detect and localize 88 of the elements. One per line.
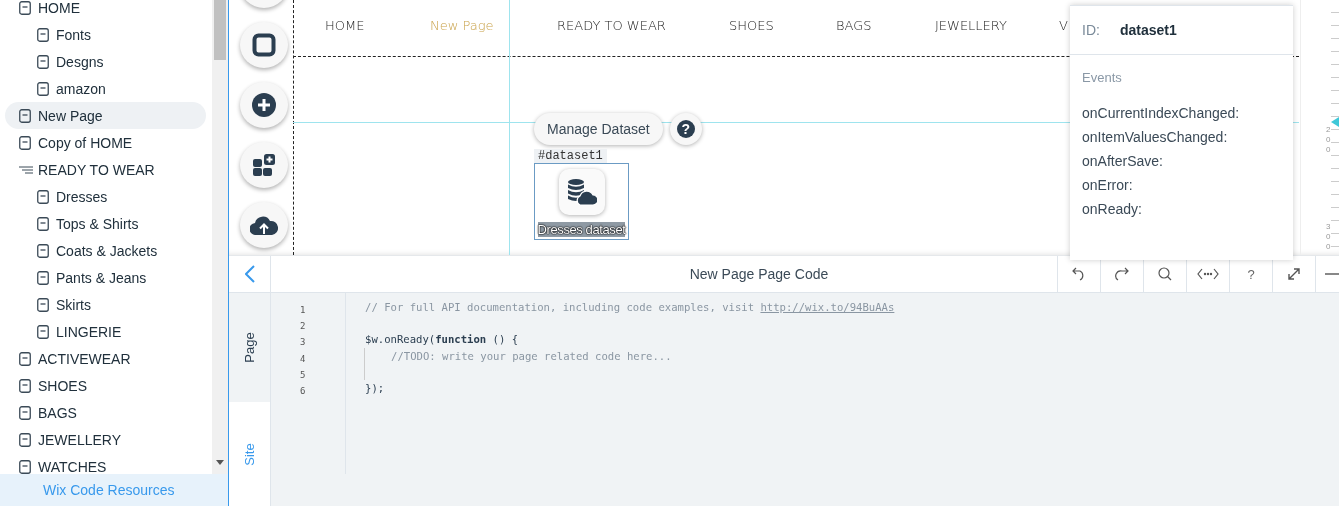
event-handler-label: onCurrentIndexChanged: — [1082, 104, 1241, 123]
code-comment: //TODO: write your page related code here... — [391, 349, 672, 362]
event-handler-label: onItemValuesChanged: — [1082, 128, 1229, 147]
chevron-left-icon — [244, 265, 255, 283]
redo-icon — [1115, 267, 1129, 281]
tool-button[interactable] — [240, 82, 288, 128]
minimize-button[interactable] — [1315, 256, 1339, 292]
page-icon — [37, 27, 49, 42]
page-item[interactable]: Tops & Shirts — [5, 210, 206, 237]
search-icon — [1158, 267, 1172, 281]
page-icon — [37, 54, 49, 69]
page-item[interactable]: READY TO WEAR — [5, 156, 206, 183]
page-item[interactable]: Coats & Jackets — [5, 237, 206, 264]
minimize-icon — [1325, 273, 1339, 275]
code-panel-title: New Page Page Code — [688, 265, 830, 284]
line-number: 2 — [300, 320, 306, 334]
id-label: ID: — [1082, 22, 1100, 38]
nav-menu-item[interactable]: HOME — [325, 17, 430, 33]
element-id-tag: #dataset1 — [534, 149, 607, 163]
page-item[interactable]: Skirts — [5, 291, 206, 318]
code-editor[interactable]: // For full API documentation, including code examples, visit http://wix.to/94BuAAs $w.onReady(function () { //TODO: write your page related code here... }); — [346, 293, 1339, 506]
page-icon — [37, 270, 49, 285]
page-icon — [19, 378, 31, 393]
manage-dataset-button[interactable]: Manage Dataset — [534, 113, 663, 145]
cloud-upload-icon — [250, 215, 278, 235]
event-handler-label: onReady: — [1082, 200, 1143, 219]
page-icon — [19, 459, 31, 474]
page-icon — [19, 0, 31, 15]
guide-marker-icon[interactable] — [1331, 117, 1339, 127]
scrollbar-track[interactable] — [212, 0, 228, 474]
page-icon — [37, 189, 49, 204]
page-item[interactable]: Pants & Jeans — [5, 264, 206, 291]
page-icon — [19, 405, 31, 420]
event-handler-label: onAfterSave: — [1082, 152, 1164, 171]
page-item[interactable]: Dresses — [5, 183, 206, 210]
code-icon — [1197, 268, 1219, 280]
page-item[interactable]: ACTIVEWEAR — [5, 345, 206, 372]
page-icon — [19, 135, 31, 150]
page-item[interactable]: SHOES — [5, 372, 206, 399]
page-icon — [19, 108, 31, 123]
code-line: $w.onReady(function () { — [365, 333, 519, 346]
submenu-icon — [19, 165, 33, 174]
page-icon — [37, 324, 49, 339]
page-item[interactable]: LINGERIE — [5, 318, 206, 345]
page-icon — [19, 432, 31, 447]
page-icon — [37, 81, 49, 96]
add-apps-icon — [252, 153, 276, 177]
page-item[interactable]: New Page — [5, 102, 206, 129]
nav-menu-item[interactable]: JEWELLERY — [935, 17, 1059, 33]
page-item[interactable]: BAGS — [5, 399, 206, 426]
page-icon — [19, 351, 31, 366]
page-icon — [37, 216, 49, 231]
undo-icon — [1072, 267, 1086, 281]
nav-menu-item[interactable]: READY TO WEAR — [557, 17, 729, 33]
page-item[interactable]: Desgns — [5, 48, 206, 75]
database-cloud-icon — [566, 178, 597, 206]
page-item[interactable]: WATCHES — [5, 453, 206, 474]
page-item[interactable]: HOME — [5, 0, 206, 21]
nav-menu-item[interactable]: BAGS — [836, 17, 935, 33]
square-icon — [252, 33, 276, 57]
tool-button[interactable] — [240, 202, 288, 248]
page-item[interactable]: amazon — [5, 75, 206, 102]
help-button[interactable]: ? — [669, 113, 702, 145]
scroll-down-icon[interactable] — [216, 460, 224, 465]
events-heading: Events — [1082, 70, 1123, 85]
ruler-number: 200 — [1326, 125, 1332, 155]
id-value: dataset1 — [1119, 22, 1177, 38]
ruler-number: 300 — [1326, 222, 1332, 252]
expand-icon — [1287, 267, 1301, 281]
code-line: }); — [365, 381, 385, 394]
code-comment: // For full API documentation, including code examples, visit — [365, 301, 756, 313]
add-icon — [252, 93, 276, 117]
page-item[interactable]: Fonts — [5, 21, 206, 48]
line-number: 3 — [300, 336, 306, 350]
nav-menu-item[interactable]: SHOES — [729, 17, 836, 33]
nav-menu-item[interactable]: V — [1059, 17, 1068, 33]
line-number: 5 — [300, 368, 306, 382]
line-number: 1 — [300, 304, 306, 317]
tool-button[interactable] — [240, 142, 288, 188]
page-item[interactable]: JEWELLERY — [5, 426, 206, 453]
page-icon — [37, 243, 49, 258]
line-number: 6 — [300, 385, 306, 398]
line-number: 4 — [300, 352, 306, 366]
event-handler-label: onError: — [1082, 176, 1134, 195]
page-item[interactable]: Copy of HOME — [5, 129, 206, 156]
tool-button[interactable] — [240, 22, 288, 68]
scrollbar-thumb[interactable] — [214, 0, 226, 60]
page-icon — [37, 297, 49, 312]
